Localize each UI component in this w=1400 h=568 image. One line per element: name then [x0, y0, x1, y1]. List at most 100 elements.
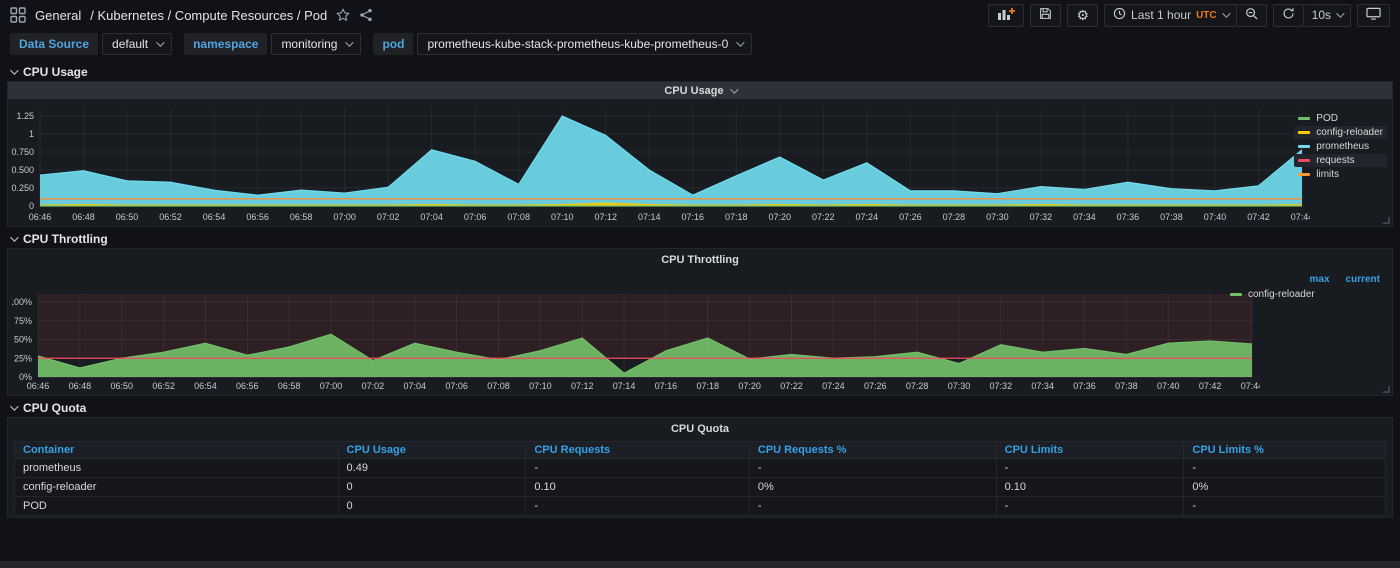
panel-resize-handle[interactable] [1382, 385, 1390, 393]
panel-header-cpu-quota[interactable]: CPU Quota [8, 418, 1392, 440]
svg-text:07:44: 07:44 [1291, 212, 1310, 222]
cpu-usage-legend: PODconfig-reloaderprometheusrequestslimi… [1294, 112, 1387, 181]
chevron-down-icon [10, 402, 18, 410]
table-cell: - [526, 497, 749, 516]
svg-text:07:04: 07:04 [420, 212, 443, 222]
column-header-container[interactable]: Container [15, 442, 339, 459]
svg-text:50%: 50% [14, 335, 32, 345]
legend-stat-header-max[interactable]: max [1310, 274, 1330, 285]
save-dashboard-icon [1039, 7, 1052, 23]
svg-text:07:02: 07:02 [362, 381, 385, 391]
svg-text:07:40: 07:40 [1157, 381, 1180, 391]
legend-swatch [1298, 117, 1310, 120]
svg-text:0.500: 0.500 [11, 165, 34, 175]
svg-text:07:36: 07:36 [1117, 212, 1140, 222]
variable-value-dropdown[interactable]: monitoring [271, 33, 361, 55]
star-icon[interactable] [336, 8, 350, 22]
svg-text:07:34: 07:34 [1031, 381, 1054, 391]
svg-text:07:18: 07:18 [725, 212, 748, 222]
svg-text:07:30: 07:30 [986, 212, 1009, 222]
table-row: config-reloader00.100%0.100% [15, 478, 1386, 497]
save-dashboard-button[interactable] [1030, 4, 1061, 27]
section-cpu-usage[interactable]: CPU Usage [0, 60, 1400, 81]
svg-text:07:36: 07:36 [1073, 381, 1096, 391]
legend-stat-header-current[interactable]: current [1346, 274, 1380, 285]
settings-gear-icon: ⚙ [1076, 8, 1089, 22]
svg-text:06:56: 06:56 [236, 381, 259, 391]
svg-text:07:28: 07:28 [906, 381, 929, 391]
table-cell: - [749, 497, 996, 516]
timezone-label: UTC [1196, 10, 1217, 21]
table-cell: 0.10 [996, 478, 1184, 497]
legend-swatch [1298, 173, 1310, 176]
svg-text:07:24: 07:24 [822, 381, 845, 391]
svg-text:07:02: 07:02 [377, 212, 400, 222]
add-panel-icon [997, 7, 1015, 24]
refresh-button[interactable] [1273, 4, 1304, 27]
template-variables: Data Sourcedefaultnamespacemonitoringpod… [0, 30, 1400, 60]
cpu-throttling-legend: max current config-reloader [1230, 274, 1380, 300]
svg-text:06:58: 06:58 [278, 381, 301, 391]
cycle-view-icon [1366, 7, 1381, 23]
legend-item-POD[interactable]: POD [1294, 112, 1387, 125]
section-cpu-quota[interactable]: CPU Quota [0, 396, 1400, 417]
legend-item-prometheus[interactable]: prometheus [1294, 140, 1387, 153]
column-header-cpu-usage[interactable]: CPU Usage [338, 442, 526, 459]
legend-swatch [1298, 131, 1310, 134]
dashboards-grid-icon[interactable] [10, 7, 26, 23]
section-cpu-throttling[interactable]: CPU Throttling [0, 227, 1400, 248]
svg-text:0.750: 0.750 [11, 147, 34, 157]
share-icon[interactable] [359, 8, 373, 22]
panel-resize-handle[interactable] [1382, 216, 1390, 224]
svg-text:07:20: 07:20 [738, 381, 761, 391]
chevron-down-icon [156, 38, 164, 46]
zoom-out-button[interactable] [1237, 4, 1267, 27]
variable-value-dropdown[interactable]: default [102, 33, 172, 55]
panel-header-cpu-usage[interactable]: CPU Usage [8, 82, 1392, 99]
cpu-throttling-chart[interactable]: 0%25%50%75%100%06:4606:4806:5006:5206:54… [12, 272, 1260, 394]
breadcrumb-dashboard-name[interactable]: General [35, 8, 81, 23]
variable-value-dropdown[interactable]: prometheus-kube-stack-prometheus-kube-pr… [417, 33, 752, 55]
svg-text:07:00: 07:00 [333, 212, 356, 222]
refresh-interval-label: 10s [1312, 8, 1331, 22]
svg-text:06:46: 06:46 [27, 381, 50, 391]
svg-text:07:10: 07:10 [551, 212, 574, 222]
refresh-interval-dropdown[interactable]: 10s [1304, 4, 1351, 27]
legend-item-requests[interactable]: requests [1294, 154, 1387, 167]
cpu-usage-chart[interactable]: 00.2500.5000.75011.2506:4606:4806:5006:5… [10, 100, 1310, 227]
column-header-cpu-requests[interactable]: CPU Requests [526, 442, 749, 459]
zoom-out-icon [1245, 7, 1258, 23]
table-cell: 0% [1184, 478, 1386, 497]
svg-text:25%: 25% [14, 353, 32, 363]
section-title: CPU Throttling [23, 232, 108, 246]
chevron-down-icon [10, 233, 18, 241]
legend-item-config-reloader[interactable]: config-reloader [1294, 126, 1387, 139]
legend-stat-headers: max current [1230, 274, 1380, 285]
add-panel-button[interactable] [988, 4, 1024, 27]
time-range-label: Last 1 hour [1131, 8, 1191, 22]
table-cell: - [996, 459, 1184, 478]
clock-icon [1113, 7, 1126, 23]
column-header-cpu-limits[interactable]: CPU Limits % [1184, 442, 1386, 459]
time-range-picker[interactable]: Last 1 hour UTC [1104, 4, 1237, 27]
legend-item-config-reloader[interactable]: config-reloader [1230, 289, 1380, 300]
svg-text:0.250: 0.250 [11, 183, 34, 193]
panel-cpu-usage: CPU Usage 00.2500.5000.75011.2506:4606:4… [7, 81, 1393, 227]
variable-label: pod [373, 33, 413, 55]
column-header-cpu-requests[interactable]: CPU Requests % [749, 442, 996, 459]
svg-text:07:26: 07:26 [864, 381, 887, 391]
cycle-view-button[interactable] [1357, 4, 1390, 27]
table-cell: 0.49 [338, 459, 526, 478]
panel-header-cpu-throttling[interactable]: CPU Throttling [8, 249, 1392, 271]
table-header-row: ContainerCPU UsageCPU RequestsCPU Reques… [15, 442, 1386, 459]
navbar: General / Kubernetes / Compute Resources… [0, 0, 1400, 30]
column-header-cpu-limits[interactable]: CPU Limits [996, 442, 1184, 459]
svg-text:06:58: 06:58 [290, 212, 313, 222]
chevron-down-icon [1336, 9, 1344, 17]
table-cell: 0 [338, 497, 526, 516]
breadcrumb-path[interactable]: / Kubernetes / Compute Resources / Pod [90, 8, 327, 23]
dashboard-settings-button[interactable]: ⚙ [1067, 4, 1098, 27]
svg-text:07:38: 07:38 [1115, 381, 1138, 391]
legend-item-limits[interactable]: limits [1294, 168, 1387, 181]
table-cell: - [1184, 497, 1386, 516]
